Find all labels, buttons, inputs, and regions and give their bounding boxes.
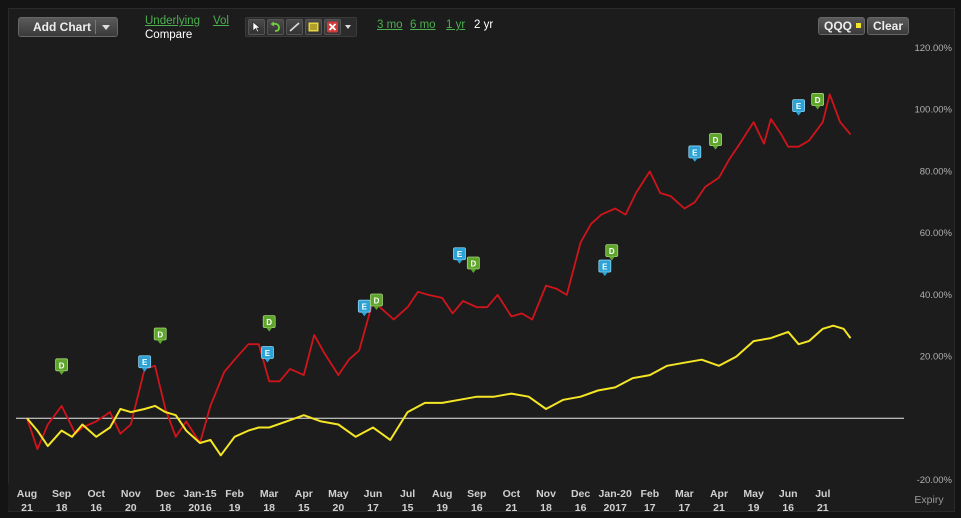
x-tick-day: 18	[540, 502, 552, 514]
x-tick-month: Mar	[260, 488, 279, 500]
x-tick-day: 21	[713, 502, 725, 514]
event-marker-label: D	[815, 96, 821, 105]
x-tick-day: 19	[229, 502, 241, 514]
event-marker-label: E	[265, 349, 271, 358]
x-tick-month: Jul	[815, 488, 830, 500]
event-marker-label: D	[59, 361, 65, 370]
x-tick-day: 16	[782, 502, 794, 514]
event-marker-label: D	[157, 330, 163, 339]
x-tick-day: 21	[21, 502, 33, 514]
event-marker-label: E	[362, 303, 368, 312]
x-tick-month: Aug	[17, 488, 37, 500]
event-marker-label: D	[609, 247, 615, 256]
x-tick-day: 16	[471, 502, 483, 514]
event-marker-label: D	[713, 136, 719, 145]
event-marker-label: E	[692, 148, 698, 157]
y-tick-label: 40.00%	[920, 290, 953, 301]
x-tick-month: Jan-15	[183, 488, 216, 500]
x-tick-month: Sep	[467, 488, 486, 500]
x-tick-month: Jan-20	[599, 488, 632, 500]
x-tick-day: 18	[56, 502, 68, 514]
dividend-marker[interactable]: D	[811, 93, 825, 110]
x-tick-day: 17	[679, 502, 691, 514]
y-tick-label: 20.00%	[920, 352, 953, 363]
x-tick-day: 19	[748, 502, 760, 514]
x-tick-day: 2017	[604, 502, 628, 514]
x-tick-month: May	[328, 488, 349, 500]
dividend-marker[interactable]: D	[466, 256, 480, 273]
x-tick-day: 18	[263, 502, 275, 514]
event-marker-label: D	[374, 297, 380, 306]
x-tick-month: Oct	[503, 488, 521, 500]
x-tick-day: 2016	[188, 502, 212, 514]
x-tick-day: 15	[298, 502, 310, 514]
x-tick-month: Sep	[52, 488, 71, 500]
dividend-marker[interactable]: D	[709, 133, 722, 150]
x-tick-month: Nov	[536, 488, 556, 500]
series-line-1	[26, 324, 852, 457]
x-tick-day: 20	[333, 502, 345, 514]
dividend-marker[interactable]: D	[55, 358, 68, 375]
x-tick-day: 17	[644, 502, 656, 514]
x-tick-month: Jul	[400, 488, 415, 500]
earnings-marker[interactable]: E	[598, 259, 612, 277]
event-marker-label: E	[602, 263, 608, 272]
series-line-0	[26, 93, 852, 451]
x-tick-day: 17	[367, 502, 379, 514]
dividend-marker[interactable]: D	[262, 315, 276, 332]
y-tick-label: 60.00%	[920, 228, 953, 239]
x-tick-day: 15	[402, 502, 414, 514]
x-tick-month: Oct	[87, 488, 105, 500]
dividend-marker[interactable]: D	[605, 244, 619, 261]
x-tick-day: 16	[90, 502, 102, 514]
x-tick-month: Jun	[364, 488, 383, 500]
x-axis: Aug21Sep18Oct16Nov20Dec18Jan-152016Feb19…	[8, 484, 953, 514]
x-tick-day: 20	[125, 502, 137, 514]
x-tick-month: Apr	[710, 488, 728, 500]
x-tick-month: Nov	[121, 488, 141, 500]
x-tick-month: Feb	[640, 488, 659, 500]
x-tick-day: 21	[817, 502, 829, 514]
x-tick-month: Dec	[571, 488, 590, 500]
event-marker-label: E	[457, 250, 463, 259]
x-tick-day: 18	[160, 502, 172, 514]
x-tick-day: 16	[575, 502, 587, 514]
event-marker-label: E	[796, 102, 802, 111]
x-tick-month: Apr	[295, 488, 313, 500]
earnings-marker[interactable]: E	[688, 145, 702, 162]
x-tick-day: 21	[506, 502, 518, 514]
x-tick-day: 19	[436, 502, 448, 514]
earnings-marker[interactable]: E	[792, 99, 805, 116]
y-tick-label: 80.00%	[920, 166, 953, 177]
x-tick-month: Aug	[432, 488, 452, 500]
y-tick-label: 100.00%	[914, 105, 952, 116]
event-marker-label: E	[142, 358, 148, 367]
event-marker-label: D	[470, 260, 476, 269]
earnings-marker[interactable]: E	[138, 355, 152, 372]
y-axis: 120.00%100.00%80.00%60.00%40.00%20.00%-2…	[914, 43, 952, 486]
dividend-marker[interactable]: D	[153, 327, 167, 344]
x-axis-label: Expiry	[914, 494, 944, 506]
x-tick-month: Feb	[225, 488, 244, 500]
earnings-marker[interactable]: E	[453, 247, 466, 264]
price-chart[interactable]: 120.00%100.00%80.00%60.00%40.00%20.00%-2…	[0, 0, 961, 518]
series-layer	[26, 93, 852, 457]
x-tick-month: Dec	[156, 488, 175, 500]
x-tick-month: Jun	[779, 488, 798, 500]
x-tick-month: May	[743, 488, 764, 500]
x-tick-month: Mar	[675, 488, 694, 500]
y-tick-label: 120.00%	[914, 43, 952, 54]
event-markers: D EDDEEDEDDEEDED	[55, 93, 825, 375]
event-marker-label: D	[266, 318, 272, 327]
